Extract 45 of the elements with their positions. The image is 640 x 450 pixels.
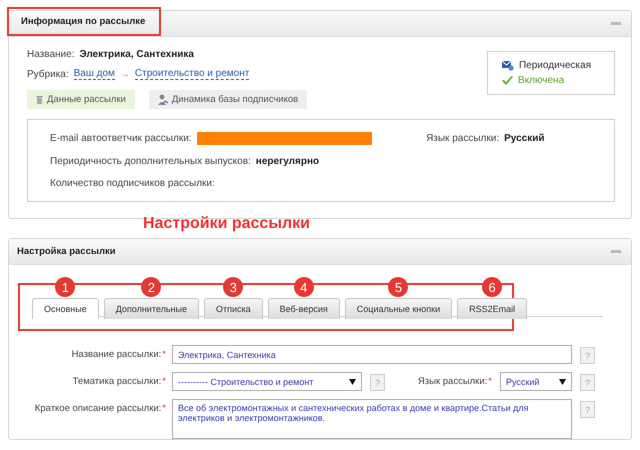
- status-type: Периодическая: [519, 60, 592, 71]
- field-value: Русский: [504, 133, 545, 144]
- trash-icon: [36, 95, 43, 104]
- envelope-icon: [502, 60, 514, 71]
- separator-arrow: →: [120, 68, 130, 80]
- form-label: Название рассылки:*: [72, 345, 166, 364]
- name-input[interactable]: Электрика, Сантехника: [172, 345, 572, 364]
- user-chart-icon: [158, 94, 168, 105]
- checkmark-icon: [502, 76, 513, 86]
- field-label: Количество подписчиков рассылки:: [50, 178, 215, 189]
- number-badge: 1: [55, 277, 76, 297]
- number-badge: 3: [223, 277, 244, 297]
- collapse-icon[interactable]: [611, 250, 621, 253]
- rubric-link[interactable]: Строительство и ремонт: [134, 68, 250, 80]
- panel-title: Информация по рассылке: [7, 7, 162, 36]
- field-label: E-mail автоответчик рассылки:: [50, 133, 192, 144]
- topic-select[interactable]: ---------- Строительство и ремонт: [172, 372, 362, 391]
- form-label: Тематика рассылки:*: [72, 372, 166, 391]
- number-badge: 4: [294, 277, 314, 297]
- required-mark: *: [162, 403, 166, 416]
- form-label: Язык рассылки:*: [418, 375, 492, 387]
- field-label: Рубрика:: [27, 68, 69, 80]
- required-mark: *: [162, 376, 166, 389]
- info-tab[interactable]: Динамика базы подписчиков: [148, 90, 308, 109]
- required-mark: *: [162, 349, 166, 362]
- required-mark: *: [488, 376, 492, 387]
- dropdown-arrow-icon: [559, 378, 566, 384]
- form-label: Краткое описание рассылки:*: [34, 399, 166, 439]
- description-textarea[interactable]: Все об электромонтажных и сантехнических работах в доме и квартире.Статьи для электриков и электромонтажников.: [172, 399, 572, 439]
- field-label: Периодичность дополнительных выпусков:: [50, 156, 251, 167]
- number-badge: 5: [388, 277, 408, 297]
- field-value: нерегулярно: [256, 156, 320, 167]
- info-tab[interactable]: Данные рассылки: [27, 90, 135, 109]
- field-label: Язык рассылки:: [426, 133, 500, 144]
- language-select[interactable]: Русский: [500, 372, 572, 391]
- annotation-heading: Настройки рассылки: [143, 214, 310, 234]
- panel-title: Настройка рассылки: [16, 246, 117, 257]
- status-state: Включена: [518, 75, 564, 86]
- number-badge: 2: [141, 277, 162, 297]
- collapse-icon[interactable]: [611, 22, 621, 25]
- rubric-link[interactable]: Ваш дом: [74, 68, 115, 80]
- number-badge: 6: [482, 277, 502, 297]
- field-label: Название:: [27, 49, 74, 60]
- dropdown-arrow-icon: [349, 378, 356, 384]
- field-value: Электрика, Сантехника: [79, 49, 194, 60]
